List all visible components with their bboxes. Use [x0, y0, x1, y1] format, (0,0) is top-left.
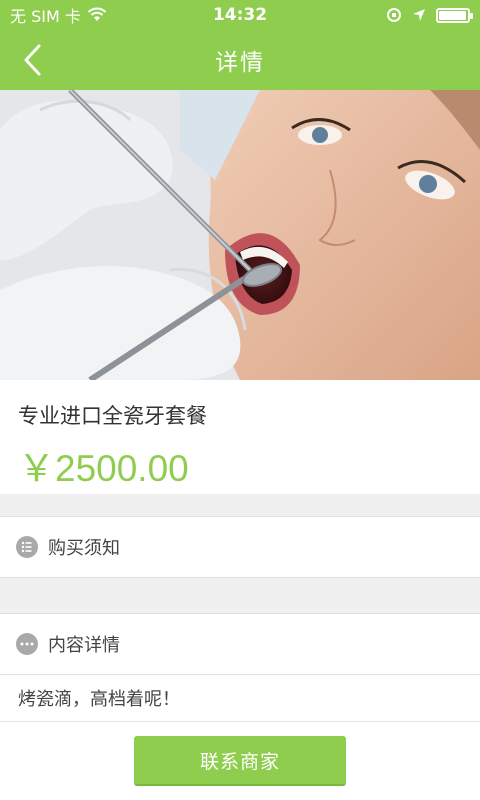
- status-right: [386, 7, 473, 23]
- chevron-left-icon: [24, 44, 41, 76]
- content-details-label: 内容详情: [48, 635, 120, 656]
- location-icon: [413, 9, 425, 21]
- list-icon: [16, 536, 38, 558]
- status-bar: 无 SIM 卡 14:32: [0, 0, 480, 30]
- dental-photo: [0, 90, 480, 380]
- product-price: ￥2500.00: [18, 448, 189, 489]
- product-name: 专业进口全瓷牙套餐: [18, 404, 207, 428]
- rotation-lock-icon: [387, 8, 401, 22]
- purchase-notice-label: 购买须知: [48, 538, 120, 559]
- content-details-row[interactable]: 内容详情: [0, 613, 480, 675]
- page-title: 详情: [215, 50, 265, 76]
- back-button[interactable]: [10, 38, 54, 82]
- contact-merchant-button[interactable]: 联系商家: [134, 736, 346, 786]
- status-left: 无 SIM 卡: [10, 3, 107, 27]
- purchase-notice-row[interactable]: 购买须知: [0, 516, 480, 578]
- nav-bar: 详情: [0, 30, 480, 90]
- battery-level: [439, 10, 466, 20]
- wifi-icon: [87, 7, 107, 21]
- content-body: 烤瓷滴，高档着呢！: [0, 675, 480, 721]
- product-card: 专业进口全瓷牙套餐 ￥2500.00: [0, 380, 480, 494]
- battery-icon: [436, 7, 473, 23]
- more-icon: [16, 633, 38, 655]
- carrier-label: 无 SIM 卡: [10, 7, 81, 26]
- product-image: [0, 90, 480, 380]
- bottom-bar: 联系商家: [0, 721, 480, 800]
- content-text: 烤瓷滴，高档着呢！: [18, 689, 180, 710]
